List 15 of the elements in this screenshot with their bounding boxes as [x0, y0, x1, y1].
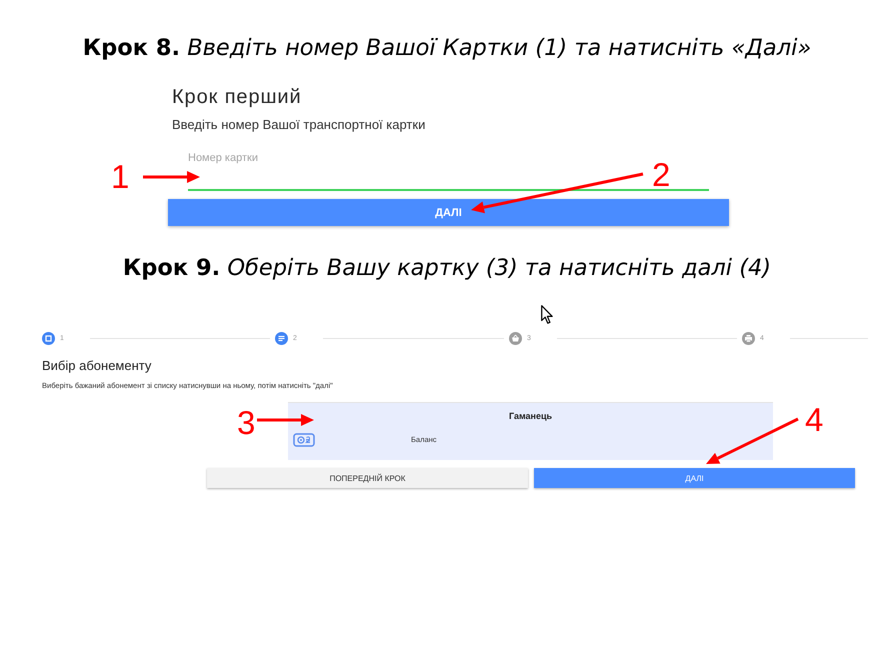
mouse-pointer-icon [541, 305, 553, 324]
callout-arrow [141, 169, 202, 185]
callout-number: 2 [652, 158, 670, 191]
form-title: Крок перший [172, 85, 302, 109]
wallet-icon [293, 433, 315, 447]
instruction-heading: Крок 8. Введіть номер Вашої Картки (1) та натисніть «Далі» [82, 34, 812, 63]
previous-step-button[interactable]: ПОПЕРЕДНІЙ КРОК [207, 468, 528, 488]
form-subtitle: Введіть номер Вашої транспортної картки [172, 117, 426, 133]
section-title: Вибір абонементу [42, 357, 152, 374]
callout-number: 1 [111, 160, 130, 193]
callout-number: 3 [237, 406, 256, 439]
callout-number: 4 [805, 403, 824, 436]
card-title: Гаманець [508, 410, 552, 422]
instruction-heading: Крок 9. Оберіть Вашу картку (3) та натисніть далі (4) [122, 254, 772, 283]
callout-arrow [255, 412, 316, 428]
